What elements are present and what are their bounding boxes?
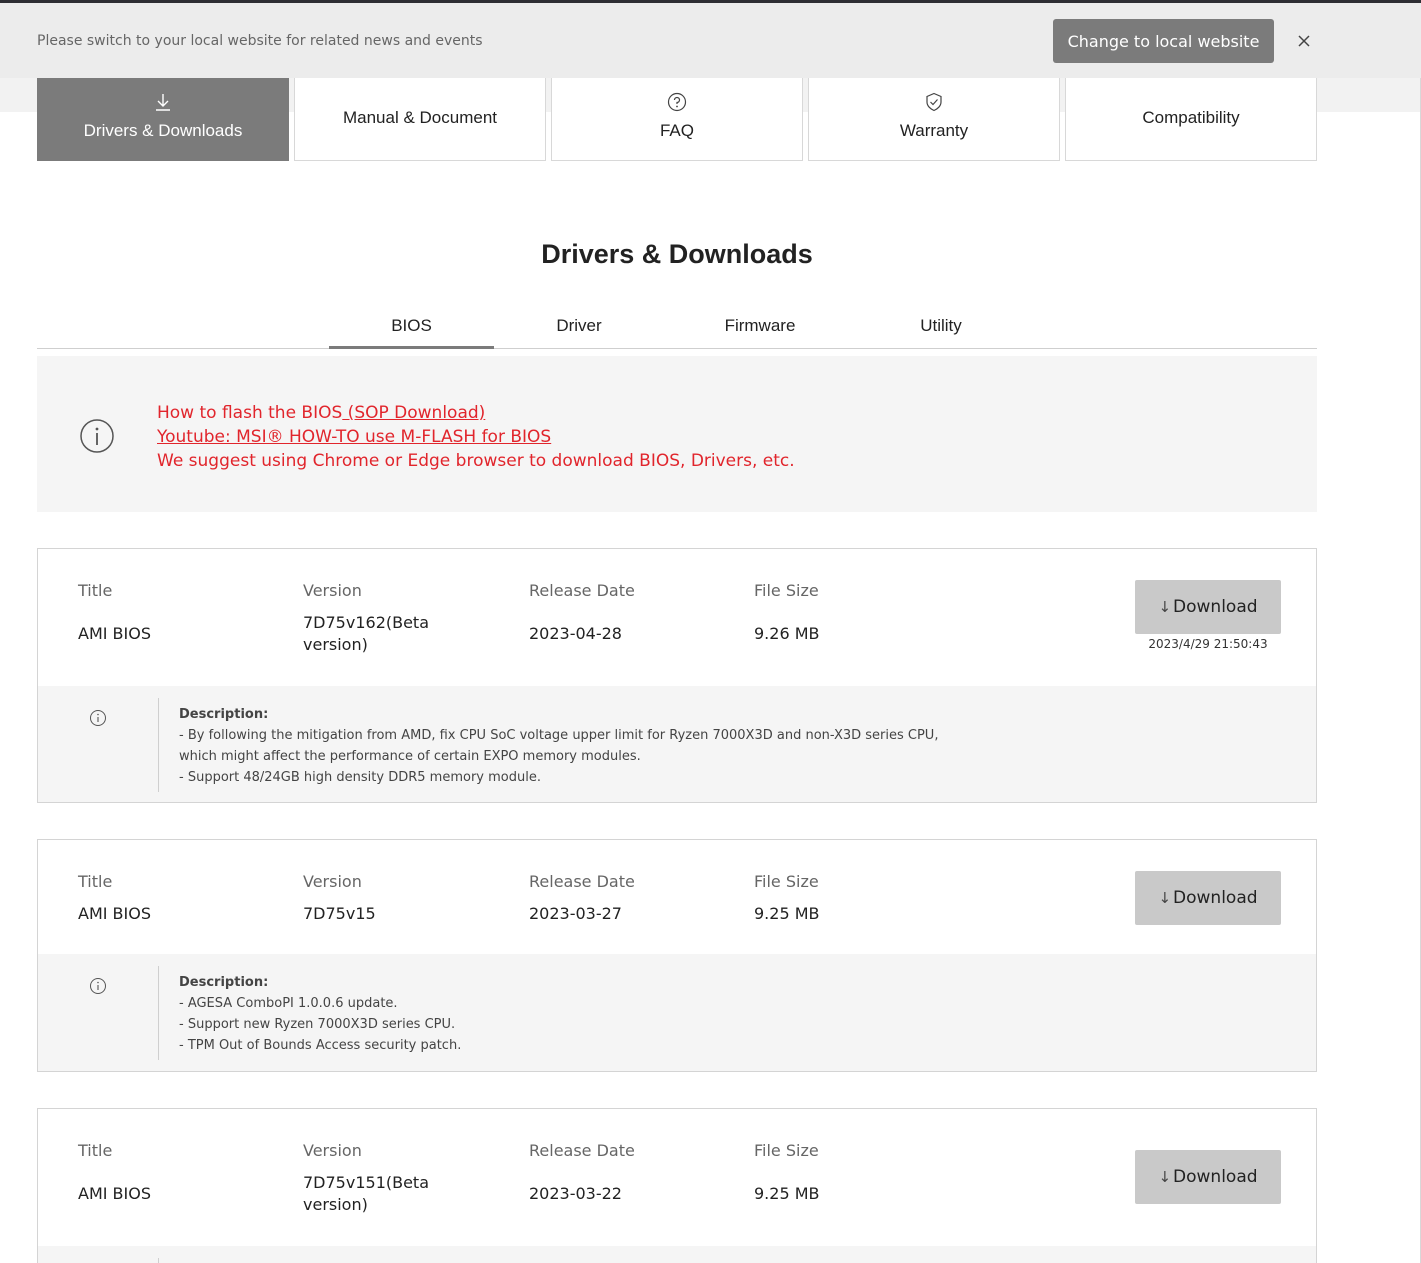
item-version: 7D75v151(Beta version)	[303, 1173, 430, 1214]
tab-label: Manual & Document	[342, 108, 498, 127]
item-release-date: 2023-04-28	[529, 624, 622, 643]
item-file-size: 9.25 MB	[754, 904, 820, 923]
title-label: Title	[78, 872, 113, 891]
notice-text: Please switch to your local website for …	[37, 33, 483, 49]
browser-suggestion-text: We suggest using Chrome or Edge browser …	[157, 451, 795, 471]
description-text: Description: - AGESA ComboPI 1.0.0.6 upd…	[179, 975, 462, 1053]
item-title: AMI BIOS	[78, 1184, 151, 1203]
version-label: Version	[303, 872, 362, 891]
release-date-label: Release Date	[529, 872, 635, 891]
tab-faq[interactable]: FAQ	[551, 73, 803, 161]
version-label: Version	[303, 581, 362, 600]
description-text: Description: - By following the mitigati…	[179, 707, 939, 785]
item-release-date: 2023-03-27	[529, 904, 622, 923]
info-lines: How to flash the BIOS (SOP Download) You…	[157, 401, 795, 473]
download-button[interactable]: ↓ Download	[1135, 871, 1281, 925]
download-button[interactable]: ↓ Download	[1135, 1150, 1281, 1204]
tab-label: Compatibility	[1142, 108, 1240, 127]
download-icon	[38, 92, 288, 112]
description-area: Description: - By following the mitigati…	[38, 686, 1316, 802]
subtab-bios[interactable]: BIOS	[329, 316, 494, 336]
subtab-divider	[37, 348, 1317, 349]
question-circle-icon	[552, 92, 802, 112]
description-divider	[158, 966, 159, 1060]
title-label: Title	[78, 1141, 113, 1160]
bios-item-card: Title Version Release Date File Size AMI…	[37, 1108, 1317, 1263]
title-label: Title	[78, 581, 113, 600]
description-divider	[158, 1258, 159, 1263]
close-icon[interactable]	[1294, 31, 1314, 51]
item-title: AMI BIOS	[78, 624, 151, 643]
file-size-label: File Size	[754, 581, 819, 600]
bios-item-card: Title Version Release Date File Size AMI…	[37, 548, 1317, 803]
file-size-label: File Size	[754, 1141, 819, 1160]
subtab-driver[interactable]: Driver	[514, 316, 644, 336]
info-icon	[80, 419, 114, 453]
download-arrow-icon: ↓	[1158, 1168, 1172, 1186]
download-arrow-icon: ↓	[1158, 889, 1172, 907]
item-version: 7D75v15	[303, 904, 376, 923]
release-date-label: Release Date	[529, 1141, 635, 1160]
info-icon	[89, 977, 107, 995]
tab-manual-document[interactable]: Manual & Document	[294, 73, 546, 161]
version-label: Version	[303, 1141, 362, 1160]
tab-compatibility[interactable]: Compatibility	[1065, 73, 1317, 161]
bios-item-card: Title Version Release Date File Size AMI…	[37, 839, 1317, 1072]
download-button[interactable]: ↓ Download	[1135, 580, 1281, 634]
tab-label: FAQ	[659, 121, 694, 140]
file-size-label: File Size	[754, 872, 819, 891]
sop-download-link[interactable]: (SOP Download)	[342, 403, 486, 423]
info-icon	[89, 709, 107, 727]
item-file-size: 9.25 MB	[754, 1184, 820, 1203]
item-release-date: 2023-03-22	[529, 1184, 622, 1203]
shield-check-icon	[809, 92, 1059, 112]
active-subtab-indicator	[329, 346, 494, 349]
description-divider	[158, 698, 159, 792]
change-local-website-button[interactable]: Change to local website	[1053, 19, 1274, 63]
item-file-size: 9.26 MB	[754, 624, 820, 643]
subtab-firmware[interactable]: Firmware	[690, 316, 830, 336]
tab-label: Drivers & Downloads	[83, 121, 243, 140]
description-area: Description: - AGESA ComboPI 1.0.0.6 upd…	[38, 954, 1316, 1071]
tab-label: Warranty	[899, 121, 969, 140]
item-version: 7D75v162(Beta version)	[303, 613, 430, 654]
item-title: AMI BIOS	[78, 904, 151, 923]
subtab-utility[interactable]: Utility	[876, 316, 1006, 336]
flash-bios-text: How to flash the BIOS	[157, 403, 343, 423]
bios-info-box: How to flash the BIOS (SOP Download) You…	[37, 356, 1317, 512]
youtube-mflash-link[interactable]: Youtube: MSI® HOW-TO use M-FLASH for BIO…	[157, 427, 551, 447]
description-area	[38, 1246, 1316, 1263]
tab-drivers-downloads[interactable]: Drivers & Downloads	[37, 73, 289, 161]
release-date-label: Release Date	[529, 581, 635, 600]
download-arrow-icon: ↓	[1158, 598, 1172, 616]
local-site-notice-bar: Please switch to your local website for …	[0, 3, 1421, 78]
page-title: Drivers & Downloads	[541, 239, 813, 269]
download-timestamp: 2023/4/29 21:50:43	[1148, 637, 1268, 651]
tab-warranty[interactable]: Warranty	[808, 73, 1060, 161]
